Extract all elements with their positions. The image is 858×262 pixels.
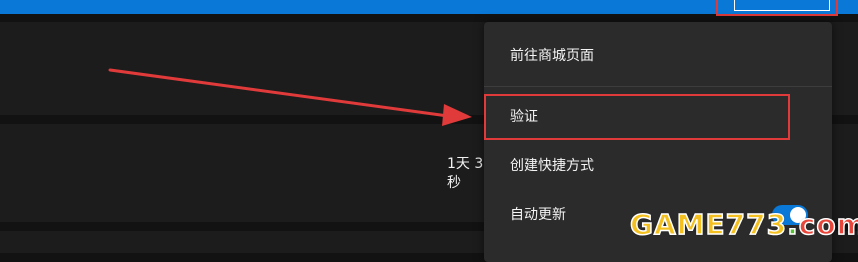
watermark-logo: GAME773.com xyxy=(629,207,858,242)
